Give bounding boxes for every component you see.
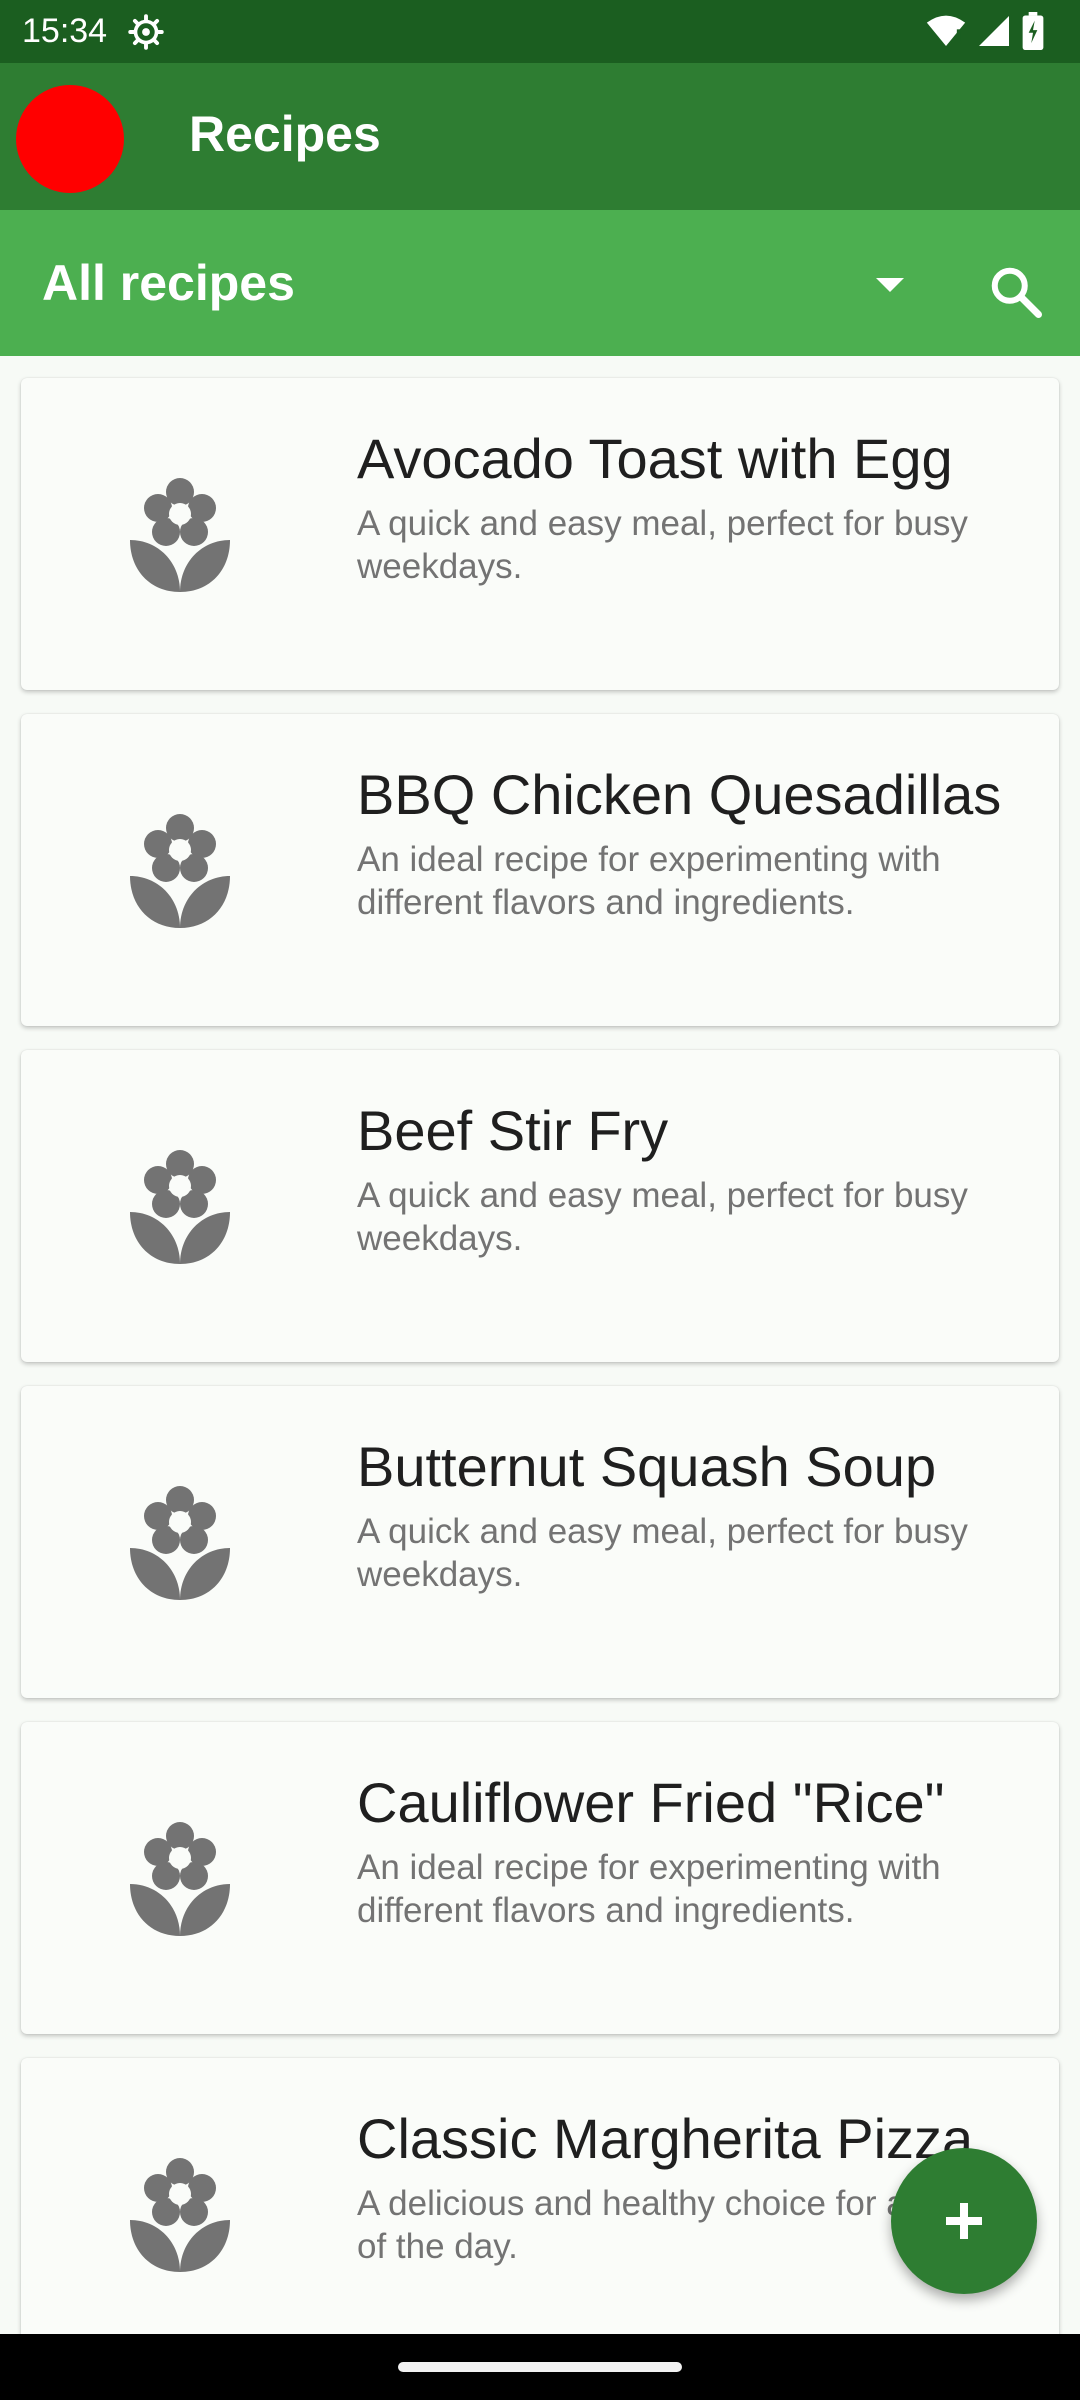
wifi-icon [926, 15, 966, 47]
recipe-card[interactable]: Avocado Toast with Egg A quick and easy … [21, 378, 1059, 690]
recipe-title: Avocado Toast with Egg [357, 427, 953, 490]
flower-icon [130, 1486, 230, 1600]
flower-icon [130, 2158, 230, 2272]
signal-icon [979, 16, 1009, 46]
add-icon [946, 2203, 982, 2239]
recipe-description: A quick and easy meal, perfect for busy … [357, 1176, 968, 1258]
category-dropdown[interactable]: All recipes [42, 254, 295, 312]
recipe-title: Beef Stir Fry [357, 1099, 669, 1162]
recipe-card[interactable]: Cauliflower Fried "Rice" An ideal recipe… [21, 1722, 1059, 2034]
status-bar: 15:34 [0, 0, 1080, 63]
recipe-card[interactable]: Beef Stir Fry A quick and easy meal, per… [21, 1050, 1059, 1362]
recipe-description: An ideal recipe for experimenting with d… [357, 1848, 941, 1930]
dropdown-caret-icon[interactable] [870, 270, 910, 300]
recipe-card[interactable]: BBQ Chicken Quesadillas An ideal recipe … [21, 714, 1059, 1026]
recipe-description: An ideal recipe for experimenting with d… [357, 840, 941, 922]
recipe-title: Cauliflower Fried "Rice" [357, 1771, 945, 1834]
home-gesture-handle[interactable] [398, 2362, 682, 2372]
app-bar: Recipes [0, 63, 1080, 210]
recipe-list[interactable]: Avocado Toast with Egg A quick and easy … [0, 356, 1080, 2334]
navigation-bar [0, 2334, 1080, 2400]
settings-icon [128, 14, 164, 50]
recipe-title: Butternut Squash Soup [357, 1435, 937, 1498]
page-title: Recipes [189, 106, 381, 162]
flower-icon [130, 478, 230, 592]
recipe-title: Classic Margherita Pizza [357, 2107, 974, 2170]
recipe-title: BBQ Chicken Quesadillas [357, 763, 1002, 826]
status-time: 15:34 [22, 12, 108, 50]
search-icon[interactable] [986, 262, 1046, 322]
flower-icon [130, 814, 230, 928]
recipe-description: A quick and easy meal, perfect for busy … [357, 1512, 968, 1594]
recipe-description: A quick and easy meal, perfect for busy … [357, 504, 968, 586]
recipe-card[interactable]: Butternut Squash Soup A quick and easy m… [21, 1386, 1059, 1698]
flower-icon [130, 1822, 230, 1936]
add-recipe-button[interactable] [891, 2148, 1037, 2294]
filter-bar: All recipes [0, 210, 1080, 356]
battery-icon [1022, 12, 1044, 50]
avatar[interactable] [16, 85, 124, 193]
flower-icon [130, 1150, 230, 1264]
